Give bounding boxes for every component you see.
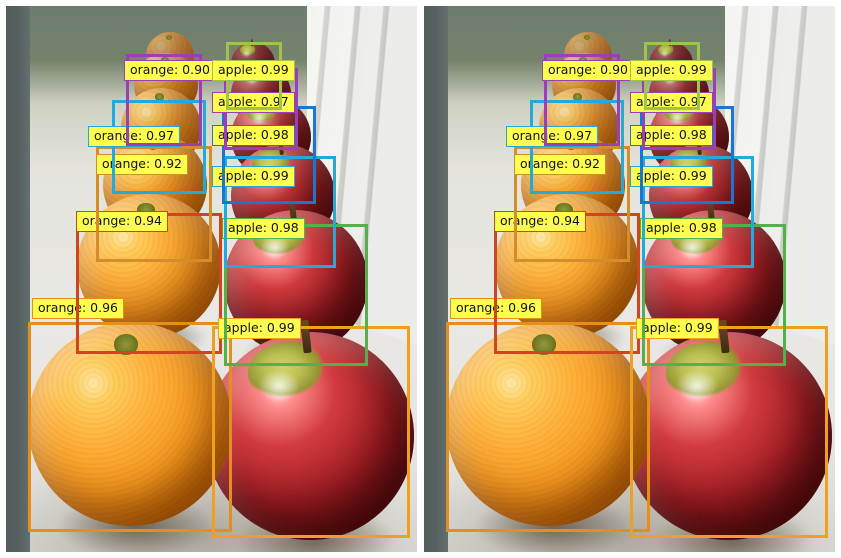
detection-overlay: orange: 0.96orange: 0.94orange: 0.92oran… — [6, 6, 417, 552]
bbox-label: orange: 0.90 — [124, 60, 216, 81]
detection-overlay: orange: 0.96orange: 0.94orange: 0.92oran… — [424, 6, 835, 552]
bbox-label: orange: 0.90 — [542, 60, 634, 81]
bbox-label: apple: 0.99 — [630, 60, 713, 81]
bbox-label: apple: 0.99 — [212, 60, 295, 81]
detection-panel-left: orange: 0.96orange: 0.94orange: 0.92oran… — [6, 6, 417, 552]
detection-panel-right: orange: 0.96orange: 0.94orange: 0.92oran… — [424, 6, 835, 552]
